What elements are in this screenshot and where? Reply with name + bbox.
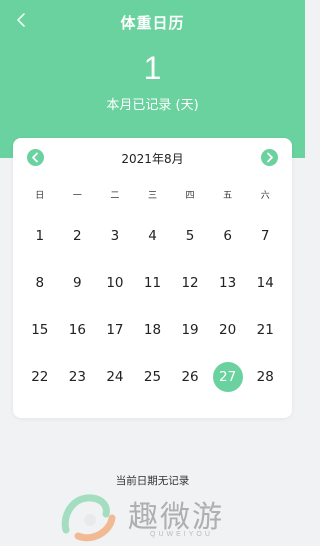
calendar-day[interactable]: 21 (246, 316, 284, 363)
calendar-day[interactable]: 19 (171, 316, 209, 363)
calendar-day-number: 13 (219, 275, 237, 291)
calendar-day-number: 11 (143, 275, 162, 291)
calendar-day-number: 5 (185, 228, 195, 244)
calendar-day-number: 12 (181, 275, 199, 291)
calendar-day-number: 26 (181, 369, 199, 385)
weekday-label: 二 (110, 191, 120, 201)
weekday-label: 日 (35, 191, 45, 201)
chevron-right-circle-icon (267, 152, 273, 163)
calendar-day-number: 19 (181, 322, 199, 338)
watermark-logo-icon (61, 494, 116, 542)
weekday-label: 四 (185, 191, 195, 201)
watermark-text: 趣微游 (128, 500, 224, 535)
calendar-day[interactable]: 1 (21, 222, 59, 269)
calendar-day-number: 1 (35, 228, 45, 244)
calendar-day[interactable]: 26 (171, 363, 209, 410)
calendar-day-number: 10 (106, 275, 124, 291)
weekday-label: 一 (72, 191, 82, 201)
calendar-day-number: 21 (256, 322, 274, 338)
calendar-day[interactable]: 8 (21, 269, 59, 316)
calendar-day-number: 16 (68, 322, 86, 338)
record-count-label: 本月已记录 (天) (106, 98, 199, 113)
calendar-day[interactable]: 12 (171, 269, 209, 316)
calendar-day-number: 17 (106, 322, 124, 338)
calendar-day[interactable]: 16 (59, 316, 97, 363)
calendar-day[interactable]: 20 (209, 316, 247, 363)
calendar-day[interactable]: 28 (246, 363, 284, 410)
watermark-subtext: QUWEIYOU (150, 531, 213, 538)
calendar-day-number: 15 (31, 322, 49, 338)
calendar-day-number: 8 (35, 275, 45, 291)
calendar-day[interactable]: 7 (246, 222, 284, 269)
calendar-day-number: 28 (256, 369, 274, 385)
calendar-day-number: 24 (106, 369, 124, 385)
weekday-label: 三 (147, 191, 157, 201)
calendar-day-number: 6 (223, 228, 232, 244)
calendar-day-number: 14 (256, 275, 274, 291)
calendar-day-number: 2 (73, 228, 82, 244)
record-count: 1 (143, 50, 162, 86)
calendar-day[interactable]: 23 (59, 363, 97, 410)
calendar-day-number: 20 (219, 322, 237, 338)
weekday-header: 日 一 二 三 四 五 六 (21, 188, 284, 201)
watermark: 趣微游 QUWEIYOU (58, 486, 258, 546)
calendar-day-number: 25 (143, 369, 162, 385)
calendar-day-number: 22 (31, 369, 49, 385)
calendar-day[interactable]: 5 (171, 222, 209, 269)
weekday-label: 六 (260, 191, 270, 201)
calendar-day[interactable]: 10 (96, 269, 134, 316)
calendar-day-number: 3 (110, 228, 120, 244)
calendar-day[interactable]: 22 (21, 363, 59, 410)
calendar-day[interactable]: 14 (246, 269, 284, 316)
calendar-day-number: 23 (68, 369, 86, 385)
calendar-day-number: 18 (143, 322, 162, 338)
calendar-day[interactable]: 9 (59, 269, 97, 316)
calendar-days-grid: 1 2 3 4 5 6 7 8 9 10 11 12 13 14 15 16 1… (21, 222, 284, 410)
calendar-card: 2021年8月 日 一 二 三 四 五 六 1 2 3 4 5 6 7 8 9 … (13, 138, 292, 418)
month-title: 2021年8月 (121, 152, 184, 166)
calendar-day[interactable]: 24 (96, 363, 134, 410)
calendar-day[interactable]: 15 (21, 316, 59, 363)
calendar-day[interactable]: 3 (96, 222, 134, 269)
calendar-day[interactable]: 17 (96, 316, 134, 363)
calendar-day[interactable]: 13 (209, 269, 247, 316)
calendar-day[interactable]: 4 (134, 222, 172, 269)
calendar-day[interactable]: 2 (59, 222, 97, 269)
calendar-day-number: 9 (73, 275, 82, 291)
next-month-button[interactable] (261, 149, 278, 166)
calendar-day-number: 7 (260, 228, 270, 244)
header-bar: 体重日历 1 本月已记录 (天) (0, 0, 305, 158)
page-title: 体重日历 (120, 14, 185, 32)
calendar-day-selected[interactable]: 27 (209, 362, 247, 410)
calendar-day-number: 27 (212, 362, 243, 392)
weekday-label: 五 (223, 191, 233, 201)
calendar-day[interactable]: 11 (134, 269, 172, 316)
calendar-day[interactable]: 6 (209, 222, 247, 269)
calendar-day[interactable]: 25 (134, 363, 172, 410)
calendar-day-number: 4 (148, 228, 157, 244)
calendar-day[interactable]: 18 (134, 316, 172, 363)
